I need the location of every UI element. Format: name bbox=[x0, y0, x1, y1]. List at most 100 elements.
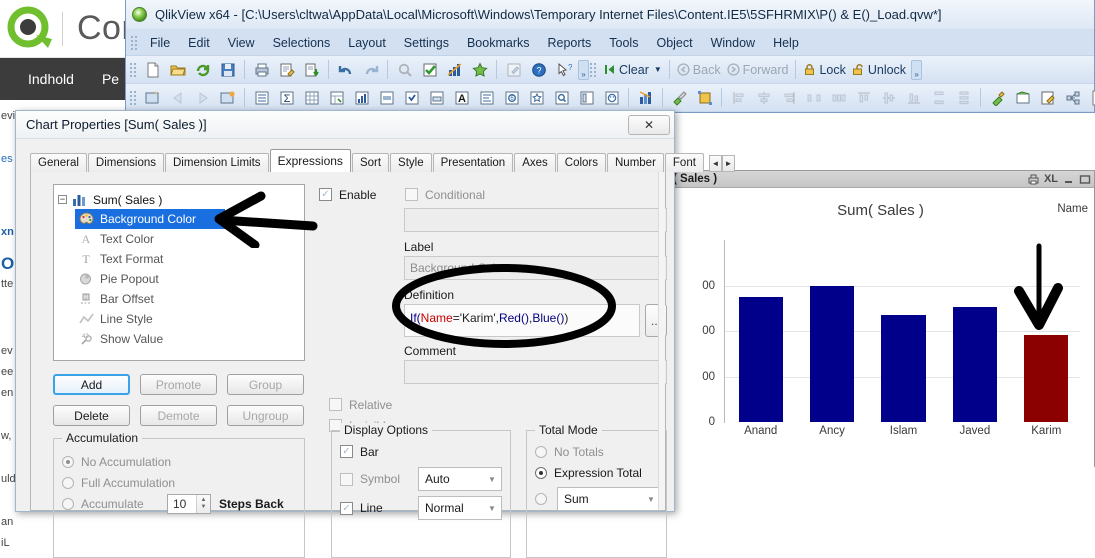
tab-expressions[interactable]: Expressions bbox=[269, 149, 351, 172]
comment-input[interactable] bbox=[404, 360, 667, 384]
tab-presentation[interactable]: Presentation bbox=[432, 153, 514, 172]
align-middle-icon[interactable] bbox=[878, 87, 899, 108]
tree-item-text-format[interactable]: T Text Format bbox=[75, 249, 300, 269]
menu-object[interactable]: Object bbox=[647, 33, 701, 53]
promote-icon[interactable] bbox=[987, 87, 1008, 108]
menu-window[interactable]: Window bbox=[702, 33, 764, 53]
nav-item-indhold[interactable]: Indhold bbox=[28, 71, 74, 87]
toolbar-grip-icon[interactable] bbox=[589, 61, 597, 78]
relative-checkbox[interactable]: Relative bbox=[329, 394, 667, 415]
tree-item-background-color[interactable]: Background Color bbox=[75, 209, 225, 229]
sheet-properties-icon[interactable] bbox=[217, 87, 238, 108]
align-left-icon[interactable] bbox=[728, 87, 749, 108]
tab-style[interactable]: Style bbox=[390, 153, 432, 172]
previous-sheet-icon[interactable] bbox=[167, 87, 188, 108]
bar-checkbox[interactable]: ✓ Bar bbox=[340, 441, 510, 462]
line-checkbox[interactable]: ✓ Line bbox=[340, 498, 418, 519]
paintbrush-icon[interactable] bbox=[669, 87, 690, 108]
tab-axes[interactable]: Axes bbox=[514, 153, 556, 172]
radio-accumulate[interactable]: Accumulate 10 ▲ ▼ Steps Back bbox=[62, 493, 304, 514]
pivot-table-icon[interactable] bbox=[326, 87, 347, 108]
close-icon[interactable]: ✕ bbox=[628, 114, 670, 135]
multi-box-icon[interactable] bbox=[401, 87, 422, 108]
align-right-icon[interactable] bbox=[778, 87, 799, 108]
edit-script-icon[interactable] bbox=[276, 59, 297, 80]
tree-item-text-color[interactable]: A Text Color bbox=[75, 229, 300, 249]
label-input[interactable]: Background Color bbox=[404, 256, 667, 280]
redo-icon[interactable] bbox=[360, 59, 381, 80]
open-folder-icon[interactable] bbox=[167, 59, 188, 80]
tab-general[interactable]: General bbox=[30, 153, 87, 172]
layout-icon[interactable] bbox=[1012, 87, 1033, 108]
toolbar-grip-icon[interactable] bbox=[130, 34, 138, 51]
bar-islam[interactable] bbox=[881, 314, 926, 422]
stepper-arrows-icon[interactable]: ▲ ▼ bbox=[196, 494, 210, 513]
edit-module-icon[interactable] bbox=[503, 59, 524, 80]
table-object-icon[interactable] bbox=[476, 87, 497, 108]
new-document-icon[interactable] bbox=[142, 59, 163, 80]
aggregation-combo[interactable]: Sum ▼ bbox=[557, 487, 661, 511]
menu-reports[interactable]: Reports bbox=[539, 33, 601, 53]
toolbar-grip-icon[interactable] bbox=[129, 89, 137, 106]
tab-sort[interactable]: Sort bbox=[351, 153, 390, 172]
menu-selections[interactable]: Selections bbox=[264, 33, 340, 53]
save-icon[interactable] bbox=[217, 59, 238, 80]
current-selections-icon[interactable] bbox=[426, 87, 447, 108]
tab-dimensions[interactable]: Dimensions bbox=[87, 153, 164, 172]
symbol-combo[interactable]: Auto ▼ bbox=[418, 467, 502, 491]
button-object-icon[interactable] bbox=[601, 87, 622, 108]
share-icon[interactable] bbox=[1062, 87, 1083, 108]
bar-javed[interactable] bbox=[952, 306, 998, 422]
menu-bookmarks[interactable]: Bookmarks bbox=[458, 33, 539, 53]
menu-tools[interactable]: Tools bbox=[600, 33, 647, 53]
next-sheet-icon[interactable] bbox=[192, 87, 213, 108]
fit-zoom-icon[interactable] bbox=[694, 87, 715, 108]
table-box-icon[interactable] bbox=[301, 87, 322, 108]
radio-no-accumulation[interactable]: No Accumulation bbox=[62, 451, 304, 472]
chart-object-icon[interactable] bbox=[351, 87, 372, 108]
clear-button[interactable]: Clear ▼ bbox=[603, 63, 662, 77]
distribute-h-icon[interactable] bbox=[803, 87, 824, 108]
tree-item-line-style[interactable]: Line Style bbox=[75, 309, 300, 329]
minimize-icon[interactable] bbox=[1063, 174, 1074, 185]
promote-button[interactable]: Promote bbox=[140, 374, 217, 395]
select-all-icon[interactable] bbox=[419, 59, 440, 80]
group-button[interactable]: Group bbox=[227, 374, 304, 395]
bar-anand[interactable] bbox=[738, 297, 783, 422]
chevron-down-icon[interactable]: ▼ bbox=[483, 475, 501, 484]
slider-object-icon[interactable]: 6 bbox=[501, 87, 522, 108]
bar-ancy[interactable] bbox=[809, 285, 855, 422]
tab-scroll-right-icon[interactable]: ► bbox=[721, 155, 735, 172]
menu-file[interactable]: File bbox=[141, 33, 179, 53]
expression-tree-root[interactable]: − Sum( Sales ) bbox=[58, 190, 300, 209]
edit-layout-icon[interactable] bbox=[1037, 87, 1058, 108]
forward-button[interactable]: Forward bbox=[726, 63, 788, 77]
bookmark-object-icon[interactable] bbox=[526, 87, 547, 108]
conditional-input[interactable] bbox=[404, 208, 667, 232]
enable-checkbox[interactable]: ✓ Enable bbox=[319, 184, 405, 205]
print-icon[interactable] bbox=[251, 59, 272, 80]
bar-karim[interactable] bbox=[1024, 335, 1069, 422]
radio-no-totals[interactable]: No Totals bbox=[535, 441, 666, 462]
radio-aggregation[interactable] bbox=[535, 489, 557, 510]
load-data-icon[interactable] bbox=[301, 59, 322, 80]
unlock-button[interactable]: Unlock bbox=[852, 63, 906, 77]
help-icon[interactable]: ? bbox=[528, 59, 549, 80]
chart-icon[interactable] bbox=[444, 59, 465, 80]
dialog-titlebar[interactable]: Chart Properties [Sum( Sales )] ✕ bbox=[16, 111, 674, 139]
context-help-icon[interactable]: ? bbox=[553, 59, 574, 80]
chevron-down-icon[interactable]: ▼ bbox=[654, 65, 662, 74]
conditional-checkbox[interactable]: Conditional bbox=[405, 184, 485, 205]
statistics-box-icon[interactable]: Σ bbox=[276, 87, 297, 108]
menu-settings[interactable]: Settings bbox=[395, 33, 458, 53]
export-to-excel-icon[interactable]: XL bbox=[1044, 173, 1058, 185]
tree-item-bar-offset[interactable]: Bar Offset bbox=[75, 289, 300, 309]
tab-font[interactable]: Font bbox=[664, 153, 704, 172]
nav-item-pe[interactable]: Pe bbox=[102, 71, 119, 87]
radio-expression-total[interactable]: Expression Total bbox=[535, 462, 666, 483]
list-box-icon[interactable] bbox=[251, 87, 272, 108]
tab-number[interactable]: Number bbox=[607, 153, 664, 172]
dialog-scrollbar[interactable] bbox=[658, 172, 665, 510]
line-style-combo[interactable]: Normal ▼ bbox=[418, 496, 502, 520]
tree-item-show-value[interactable]: 42 Show Value bbox=[75, 329, 300, 349]
